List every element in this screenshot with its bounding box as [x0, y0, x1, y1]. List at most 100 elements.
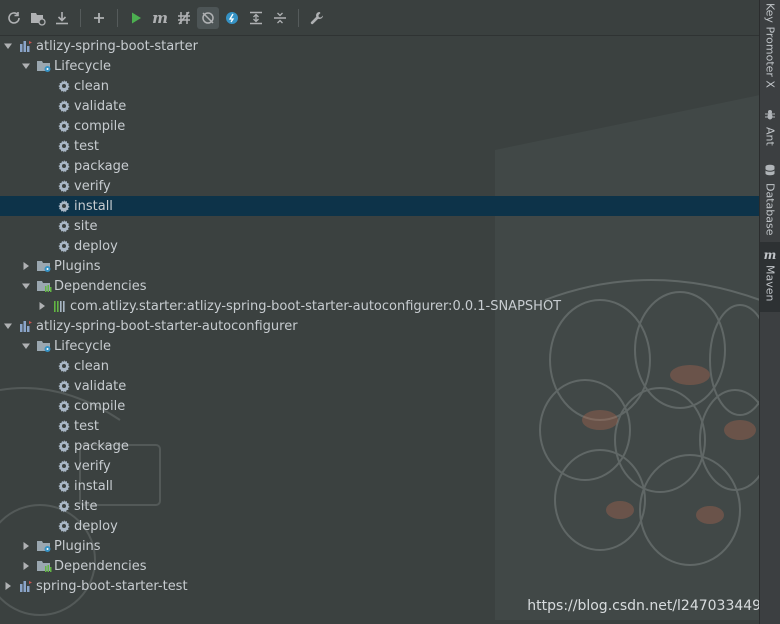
dependencies-folder-icon	[36, 558, 52, 574]
gear-icon	[56, 498, 72, 514]
tree-item-project[interactable]: spring-boot-starter-test	[0, 576, 760, 596]
generate-sources-icon[interactable]	[27, 7, 49, 29]
tree-item-goal-clean[interactable]: clean	[0, 76, 760, 96]
maven-icon: m	[763, 248, 777, 262]
tree-item-goal-install[interactable]: install	[0, 196, 760, 216]
settings-wrench-icon[interactable]	[306, 7, 328, 29]
lifecycle-folder-icon	[36, 58, 52, 74]
tree-item-lib[interactable]: com.atlizy.starter:atlizy-spring-boot-st…	[0, 296, 760, 316]
right-tool-window-bar: Key Promoter X Ant Database m Maven	[759, 0, 780, 624]
toggle-offline-icon[interactable]	[173, 7, 195, 29]
tree-item-label: compile	[74, 118, 126, 134]
sidebar-tab-ant[interactable]: Ant	[760, 104, 780, 150]
tree-item-label: install	[74, 198, 113, 214]
chevron-right-icon[interactable]	[20, 560, 32, 572]
toolbar-separator	[298, 8, 299, 27]
show-dependencies-icon[interactable]	[221, 7, 243, 29]
tree-item-goal-package[interactable]: package	[0, 156, 760, 176]
watermark: https://blog.csdn.net/l2470334493	[527, 598, 770, 614]
tree-item-deps[interactable]: Dependencies	[0, 556, 760, 576]
refresh-icon[interactable]	[3, 7, 25, 29]
sidebar-tab-maven[interactable]: m Maven	[760, 242, 780, 312]
tree-item-goal-validate[interactable]: validate	[0, 96, 760, 116]
tree-item-label: site	[74, 218, 98, 234]
maven-goal-icon[interactable]: m	[149, 7, 171, 29]
tree-item-goal-verify[interactable]: verify	[0, 176, 760, 196]
chevron-right-icon[interactable]	[20, 260, 32, 272]
tree-item-folder[interactable]: Lifecycle	[0, 336, 760, 356]
tree-item-label: spring-boot-starter-test	[36, 578, 188, 594]
tree-item-label: Plugins	[54, 538, 101, 554]
toolbar-separator	[80, 8, 81, 27]
tree-item-label: Lifecycle	[54, 338, 112, 354]
tree-item-label: atlizy-spring-boot-starter	[36, 38, 198, 54]
sidebar-tab-label: Database	[763, 183, 777, 236]
tree-item-goal-test[interactable]: test	[0, 416, 760, 436]
gear-icon	[56, 358, 72, 374]
skip-tests-icon[interactable]	[197, 6, 219, 29]
tree-item-goal-deploy[interactable]: deploy	[0, 516, 760, 536]
tree-item-label: validate	[74, 98, 127, 114]
tree-item-label: com.atlizy.starter:atlizy-spring-boot-st…	[70, 298, 562, 314]
gear-icon	[56, 518, 72, 534]
tree-item-folder[interactable]: Plugins	[0, 536, 760, 556]
tree-item-label: site	[74, 498, 98, 514]
gear-icon	[56, 458, 72, 474]
tree-item-goal-site[interactable]: site	[0, 216, 760, 236]
sidebar-tab-key-promoter-x[interactable]: Key Promoter X	[760, 0, 780, 96]
tree-item-goal-package[interactable]: package	[0, 436, 760, 456]
library-icon	[52, 298, 68, 314]
tree-item-label: validate	[74, 378, 127, 394]
tree-item-label: verify	[74, 178, 111, 194]
chevron-down-icon[interactable]	[2, 320, 14, 332]
tree-item-goal-validate[interactable]: validate	[0, 376, 760, 396]
tree-item-goal-compile[interactable]: compile	[0, 396, 760, 416]
sidebar-tab-database[interactable]: Database	[760, 160, 780, 236]
tree-item-goal-site[interactable]: site	[0, 496, 760, 516]
chevron-right-icon[interactable]	[36, 300, 48, 312]
gear-icon	[56, 138, 72, 154]
gear-icon	[56, 98, 72, 114]
chevron-down-icon[interactable]	[2, 40, 14, 52]
maven-project-icon	[18, 318, 34, 334]
ant-icon	[764, 108, 776, 124]
tree-item-deps[interactable]: Dependencies	[0, 276, 760, 296]
tree-item-project[interactable]: atlizy-spring-boot-starter	[0, 36, 760, 56]
expand-all-icon[interactable]	[245, 7, 267, 29]
chevron-down-icon[interactable]	[20, 60, 32, 72]
tree-item-folder[interactable]: Lifecycle	[0, 56, 760, 76]
chevron-down-icon[interactable]	[20, 340, 32, 352]
tree-item-label: Plugins	[54, 258, 101, 274]
sidebar-tab-label: Ant	[763, 127, 777, 146]
add-icon[interactable]	[88, 7, 110, 29]
tree-item-project[interactable]: atlizy-spring-boot-starter-autoconfigure…	[0, 316, 760, 336]
tree-item-folder[interactable]: Plugins	[0, 256, 760, 276]
chevron-down-icon[interactable]	[20, 280, 32, 292]
download-icon[interactable]	[51, 7, 73, 29]
chevron-right-icon[interactable]	[20, 540, 32, 552]
tree-item-label: Dependencies	[54, 278, 147, 294]
tree-item-label: package	[74, 158, 129, 174]
tree-item-goal-clean[interactable]: clean	[0, 356, 760, 376]
tree-item-goal-deploy[interactable]: deploy	[0, 236, 760, 256]
collapse-all-icon[interactable]	[269, 7, 291, 29]
tree-item-goal-test[interactable]: test	[0, 136, 760, 156]
chevron-right-icon[interactable]	[2, 580, 14, 592]
tree-item-label: test	[74, 138, 99, 154]
run-icon[interactable]	[125, 7, 147, 29]
tree-item-goal-install[interactable]: install	[0, 476, 760, 496]
lifecycle-folder-icon	[36, 338, 52, 354]
tree-item-goal-verify[interactable]: verify	[0, 456, 760, 476]
tree-item-goal-compile[interactable]: compile	[0, 116, 760, 136]
gear-icon	[56, 238, 72, 254]
